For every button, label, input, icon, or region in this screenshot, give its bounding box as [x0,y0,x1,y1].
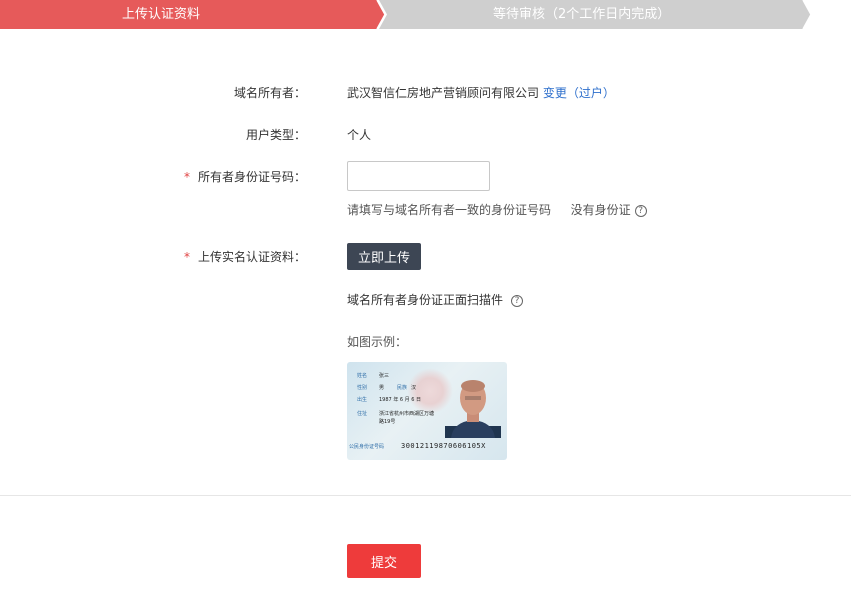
example-label: 如图示例： [347,335,408,349]
upload-hint-row: 域名所有者身份证正面扫描件? [347,291,524,308]
card-ethnicity-label: 民族 [397,385,408,391]
card-address-label: 住址 [357,411,368,417]
section-divider [0,495,851,496]
no-id-link[interactable]: 没有身份证 [571,203,631,217]
question-circle-icon[interactable]: ? [511,294,524,307]
step-upload-label: 上传认证资料 [122,7,201,22]
step-review-label: 等待审核（2个工作日内完成） [493,7,671,22]
upload-label-row: * 上传实名认证资料： [184,248,306,265]
card-birth: 1987 年 6 月 6 日 [379,397,422,403]
upload-button[interactable]: 立即上传 [347,243,421,270]
user-type-value: 个人 [347,128,372,142]
card-address-1: 浙江省杭州市西湖区万塘 [379,411,435,417]
id-number-input[interactable] [347,161,490,191]
owner-label: 域名所有者： [233,86,306,100]
owner-change-link[interactable]: 变更（过户） [543,86,615,100]
card-birth-label: 出生 [357,397,368,403]
user-type-label: 用户类型： [245,128,306,142]
question-circle-icon[interactable]: ? [634,204,647,217]
owner-value: 武汉智信仁房地产营销顾问有限公司 [347,86,540,100]
card-ethnicity: 汉 [411,385,417,391]
card-name-label: 姓名 [357,373,368,379]
owner-value-row: 武汉智信仁房地产营销顾问有限公司 变更（过户） [347,84,615,101]
progress-steps: 上传认证资料 等待审核（2个工作日内完成） [0,0,851,29]
id-hint: 请填写与域名所有者一致的身份证号码 [347,203,552,217]
id-number-label-row: * 所有者身份证号码： [184,168,306,185]
card-name: 张三 [379,373,390,379]
required-mark: * [183,170,190,184]
submit-button[interactable]: 提交 [347,544,421,578]
card-id-number: 30012119870606105X [401,442,486,450]
required-mark: * [183,250,190,264]
id-hint-row: 请填写与域名所有者一致的身份证号码 没有身份证? [347,201,647,218]
upload-hint: 域名所有者身份证正面扫描件 [347,293,504,307]
id-card-sample-image: 姓名 张三 性别 男 民族 汉 出生 1987 年 6 月 6 日 住址 浙江省… [347,362,507,460]
card-gender: 男 [379,385,385,391]
card-id-label: 公民身份证号码 [349,444,385,450]
card-address-2: 路19号 [379,419,396,425]
id-number-label: 所有者身份证号码： [197,170,306,184]
card-gender-label: 性别 [357,385,368,391]
upload-label: 上传实名认证资料： [197,250,306,264]
portrait-photo [445,380,501,438]
